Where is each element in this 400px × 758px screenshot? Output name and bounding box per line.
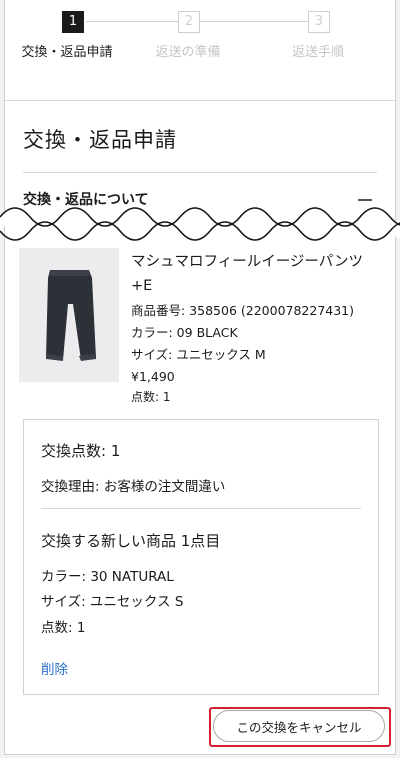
step-2-number: 2 — [178, 11, 200, 33]
stepper-line — [86, 21, 178, 22]
exchange-reason: 交換理由: お客様の注文間違い — [41, 479, 226, 495]
product-item-number: 商品番号: 358506 (2200078227431) — [131, 303, 355, 318]
product-price: ¥1,490 — [131, 369, 175, 384]
step-3-label: 返送手順 — [291, 45, 344, 60]
step-2-label: 返送の準備 — [155, 45, 221, 60]
delete-link[interactable]: 削除 — [41, 658, 68, 678]
product-color: カラー: 09 BLACK — [131, 325, 238, 340]
new-item-heading: 交換する新しい商品 1点目 — [41, 532, 221, 550]
product-quantity: 点数: 1 — [131, 390, 171, 404]
exchange-details-card: 交換点数: 1 交換理由: お客様の注文間違い 交換する新しい商品 1点目 カラ… — [23, 419, 379, 695]
collapse-minus-icon[interactable] — [358, 199, 372, 201]
header-divider — [5, 100, 395, 101]
step-1-number: 1 — [62, 11, 84, 33]
step-3-number: 3 — [308, 11, 330, 33]
new-item-color: カラー: 30 NATURAL — [41, 569, 174, 585]
exchange-count: 交換点数: 1 — [41, 442, 121, 460]
cancel-exchange-button[interactable]: この交換をキャンセル — [213, 710, 385, 742]
new-item-quantity: 点数: 1 — [41, 620, 86, 636]
product-name: マシュマロフィールイージーパンツ+E — [131, 254, 363, 294]
progress-stepper: 1 2 3 交換・返品申請 返送の準備 返送手順 — [5, 8, 395, 88]
product-size: サイズ: ユニセックス M — [131, 347, 266, 362]
page-title: 交換・返品申請 — [23, 128, 177, 152]
new-item-size: サイズ: ユニセックス S — [41, 594, 184, 610]
content-cut-wave-icon — [0, 207, 400, 241]
product-image — [19, 248, 119, 382]
stepper-line — [200, 21, 308, 22]
title-divider — [23, 172, 377, 173]
step-1-label: 交換・返品申請 — [21, 45, 113, 60]
pants-icon — [46, 270, 96, 361]
return-exchange-page: 1 2 3 交換・返品申請 返送の準備 返送手順 交換・返品申請 交換・返品につ… — [0, 0, 400, 755]
card-divider — [41, 508, 361, 509]
